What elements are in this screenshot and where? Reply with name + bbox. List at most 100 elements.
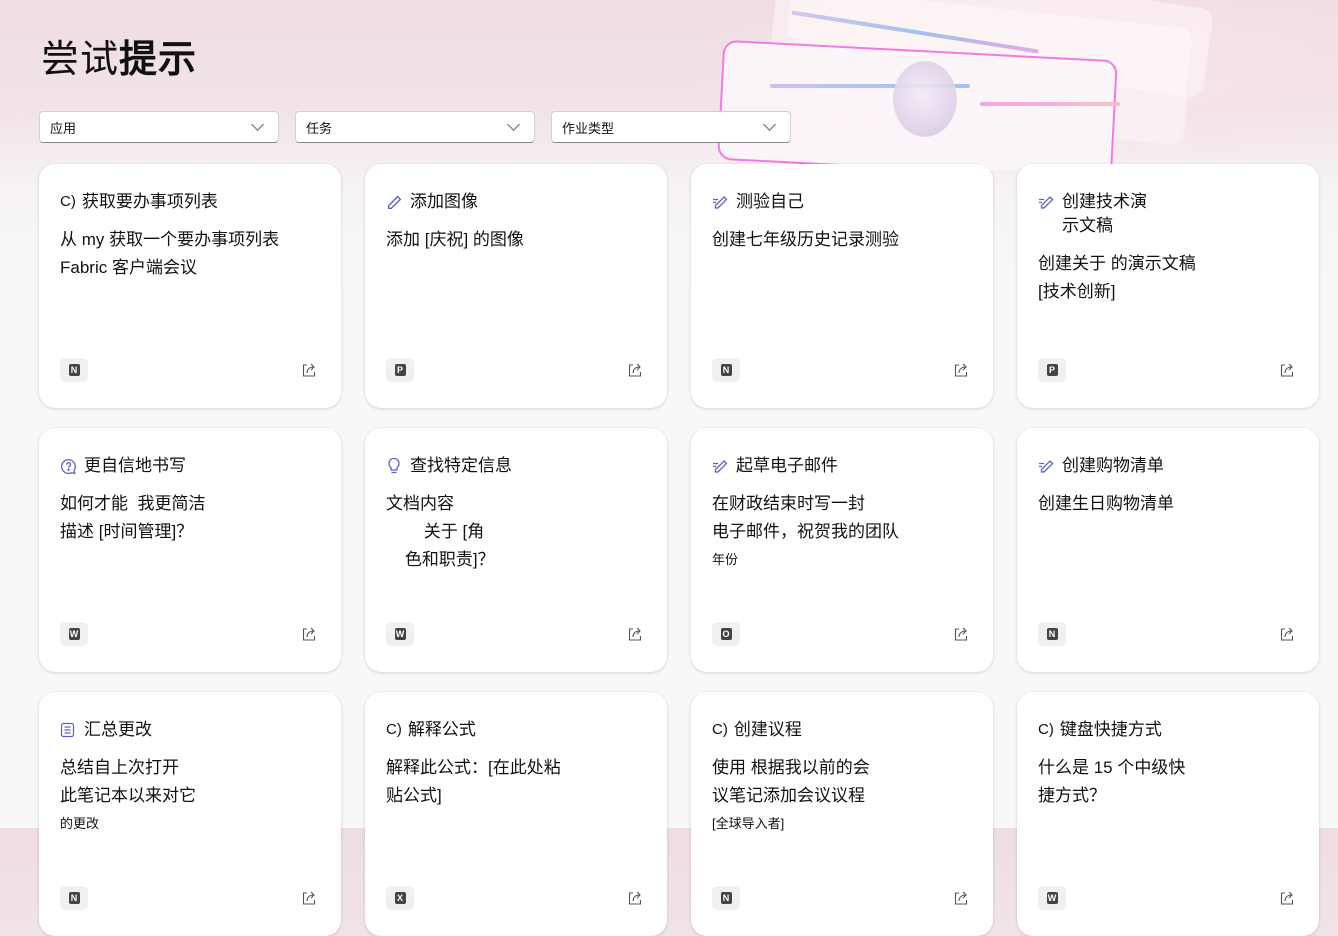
- card-title-line: 解释公式: [407, 720, 476, 739]
- card-description-line: 解释此公式：[在此处粘: [386, 758, 561, 777]
- card-description-line: 什么是 15 个中级快: [1038, 758, 1186, 777]
- card-title-line: 创建技术演: [1062, 192, 1147, 211]
- onenote-app-icon: N: [60, 886, 88, 910]
- card-description: 什么是 15 个中级快 捷方式？: [1038, 754, 1298, 810]
- share-icon[interactable]: [627, 890, 643, 906]
- pen-sparkle-icon: [1038, 454, 1058, 478]
- card-description-line: [全球导入者]: [712, 816, 785, 831]
- prompt-card[interactable]: 更自信地书写 如何才能 我更简洁 描述 [时间管理]？ W: [39, 428, 341, 672]
- card-description: 从 my 获取一个要办事项列表 Fabric 客户端会议: [60, 226, 320, 282]
- prompt-card[interactable]: 测验自己 创建七年级历史记录测验 N: [691, 164, 993, 408]
- dropdown-label: 任务: [306, 120, 333, 136]
- onenote-app-icon: N: [712, 886, 740, 910]
- prompt-card[interactable]: 起草电子邮件 在财政结束时写一封 电子邮件，祝贺我的团队 年份 O: [691, 428, 993, 672]
- onenote-app-icon: N: [712, 358, 740, 382]
- chevron-down-icon: [763, 118, 776, 131]
- lightbulb-icon: [386, 454, 406, 478]
- share-icon[interactable]: [953, 362, 969, 378]
- card-description-line: 总结自上次打开: [60, 758, 179, 777]
- filter-app-dropdown[interactable]: 应用: [39, 111, 279, 143]
- card-title-line: 起草电子邮件: [736, 456, 838, 475]
- card-description-line: 创建关于 的演示文稿: [1038, 254, 1196, 273]
- prompt-icon: C): [1038, 721, 1054, 738]
- page-title: 尝试提示: [41, 39, 198, 81]
- pen-sparkle-icon: [712, 190, 732, 214]
- pen-sparkle-icon: [1038, 190, 1058, 214]
- card-description-line: 的更改: [60, 816, 100, 831]
- card-description: 如何才能 我更简洁 描述 [时间管理]？: [60, 490, 320, 546]
- card-title-line: 获取要办事项列表: [81, 192, 218, 211]
- hero-illustration: [670, 0, 1338, 170]
- pen-sparkle-icon: [712, 454, 732, 478]
- filter-job-type-dropdown[interactable]: 作业类型: [551, 111, 791, 143]
- card-description-line: 描述 [时间管理]？: [60, 522, 194, 541]
- share-icon[interactable]: [953, 890, 969, 906]
- list-icon: [60, 718, 80, 742]
- card-description-line: 从 my 获取一个要办事项列表: [60, 230, 280, 249]
- card-title-line: 更自信地书写: [84, 456, 186, 475]
- prompt-card[interactable]: C) 键盘快捷方式 什么是 15 个中级快 捷方式？ W: [1017, 692, 1319, 936]
- prompt-card[interactable]: 添加图像 添加 [庆祝] 的图像 P: [365, 164, 667, 408]
- card-title-line: 汇总更改: [84, 720, 152, 739]
- share-icon[interactable]: [1279, 362, 1295, 378]
- prompt-card[interactable]: C) 创建议程 使用 根据我以前的会 议笔记添加会议议程 [全球导入者] N: [691, 692, 993, 936]
- card-title: 添加图像: [386, 190, 646, 214]
- card-description-line: 贴公式]: [386, 786, 442, 805]
- outlook-app-icon: O: [712, 622, 740, 646]
- prompt-card[interactable]: C) 获取要办事项列表 从 my 获取一个要办事项列表 Fabric 客户端会议 N: [39, 164, 341, 408]
- onenote-app-icon: N: [60, 358, 88, 382]
- glass-orb-decoration: [893, 61, 957, 137]
- card-description-line: 年份: [712, 552, 739, 567]
- card-description-line: 议笔记添加会议议程: [712, 786, 865, 805]
- onenote-app-icon: N: [1038, 622, 1066, 646]
- powerpoint-app-icon: P: [1038, 358, 1066, 382]
- prompt-card[interactable]: 创建技术演 示文稿 创建关于 的演示文稿 [技术创新] P: [1017, 164, 1319, 408]
- card-title-line: 示文稿: [1062, 216, 1113, 235]
- card-title-line: 创建议程: [733, 720, 802, 739]
- share-icon[interactable]: [1279, 890, 1295, 906]
- word-app-icon: W: [386, 622, 414, 646]
- dropdown-label: 作业类型: [562, 120, 615, 136]
- prompt-icon: C): [386, 721, 402, 738]
- card-title: C) 创建议程: [712, 718, 972, 742]
- share-icon[interactable]: [1279, 626, 1295, 642]
- dropdown-label: 应用: [50, 120, 77, 136]
- word-app-icon: W: [1038, 886, 1066, 910]
- card-title: 起草电子邮件: [712, 454, 972, 478]
- prompt-card[interactable]: 汇总更改 总结自上次打开 此笔记本以来对它的更改 N: [39, 692, 341, 936]
- card-description: 添加 [庆祝] 的图像: [386, 226, 646, 254]
- chevron-down-icon: [251, 118, 264, 131]
- share-icon[interactable]: [301, 362, 317, 378]
- card-description-line: 使用 根据我以前的会: [712, 758, 870, 777]
- card-description-line: 关于 [角: [386, 522, 485, 541]
- card-description-line: 添加 [庆祝] 的图像: [386, 230, 524, 249]
- card-description-line: 在财政结束时写一封: [712, 494, 865, 513]
- powerpoint-app-icon: P: [386, 358, 414, 382]
- card-description-line: 此笔记本以来对它: [60, 786, 196, 805]
- filter-task-dropdown[interactable]: 任务: [295, 111, 535, 143]
- card-title-line: 创建购物清单: [1062, 456, 1164, 475]
- pencil-icon: [386, 190, 406, 214]
- share-icon[interactable]: [301, 626, 317, 642]
- card-title-line: 键盘快捷方式: [1059, 720, 1162, 739]
- card-title: C) 解释公式: [386, 718, 646, 742]
- share-icon[interactable]: [627, 626, 643, 642]
- prompt-card[interactable]: 创建购物清单 创建生日购物清单 N: [1017, 428, 1319, 672]
- card-description-line: 色和职责]？: [386, 550, 495, 569]
- card-description-line: Fabric 客户端会议: [60, 258, 197, 277]
- prompt-card[interactable]: 查找特定信息 文档内容 关于 [角 色和职责]？ W: [365, 428, 667, 672]
- card-description: 创建生日购物清单: [1038, 490, 1298, 518]
- word-app-icon: W: [60, 622, 88, 646]
- share-icon[interactable]: [301, 890, 317, 906]
- card-description-line: 如何才能 我更简洁: [60, 494, 206, 513]
- card-title-line: 添加图像: [410, 192, 478, 211]
- excel-app-icon: X: [386, 886, 414, 910]
- share-icon[interactable]: [627, 362, 643, 378]
- card-description: 在财政结束时写一封 电子邮件，祝贺我的团队 年份: [712, 490, 972, 574]
- share-icon[interactable]: [953, 626, 969, 642]
- prompt-card[interactable]: C) 解释公式 解释此公式：[在此处粘 贴公式] X: [365, 692, 667, 936]
- card-description: 文档内容 关于 [角 色和职责]？: [386, 490, 646, 574]
- card-title: 查找特定信息: [386, 454, 646, 478]
- card-title: C) 获取要办事项列表: [60, 190, 320, 214]
- card-description: 使用 根据我以前的会 议笔记添加会议议程 [全球导入者]: [712, 754, 972, 838]
